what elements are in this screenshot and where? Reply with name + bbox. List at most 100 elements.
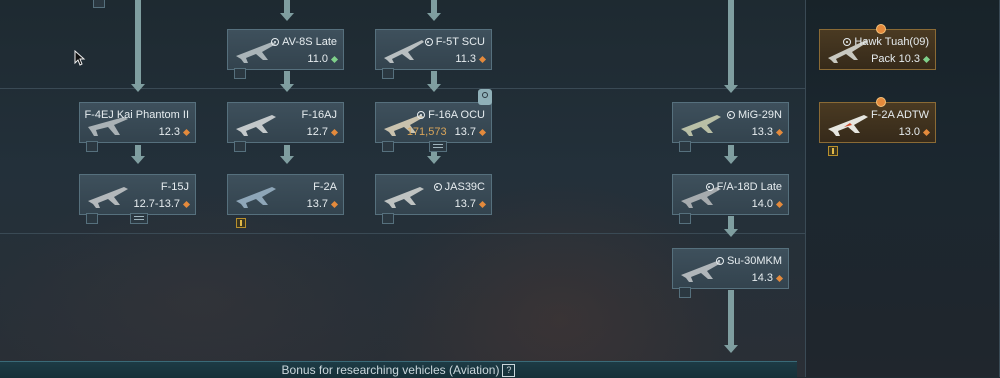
- vehicle-card-mig29n[interactable]: MiG-29N 13.3: [672, 102, 789, 152]
- battle-rating: 14.3: [751, 272, 773, 284]
- target-icon: [417, 111, 426, 119]
- target-icon: [843, 38, 852, 46]
- battle-rating: 12.3: [158, 126, 180, 138]
- vehicle-name: F-2A ADTW: [870, 109, 929, 121]
- vehicle-card-f4ej-kai[interactable]: F-4EJ Kai Phantom II 12.3: [79, 102, 196, 152]
- vehicle-card-jas39c[interactable]: JAS39C 13.7: [375, 174, 492, 224]
- tree-arrow: [724, 290, 738, 353]
- battle-rating: 13.7: [454, 198, 476, 210]
- rank-mark: [86, 213, 98, 224]
- vehicle-card-f16aj[interactable]: F-16AJ 12.7: [227, 102, 344, 152]
- battle-rating-row: 11.3: [455, 53, 487, 65]
- target-icon: [726, 111, 735, 119]
- rank-divider-line: [0, 88, 805, 89]
- pin-icon[interactable]: [478, 89, 492, 105]
- premium-badge-icon: [876, 97, 886, 107]
- vehicle-card-f2a-adtw[interactable]: F-2A ADTW 13.0: [819, 97, 936, 156]
- br-diamond-icon: [182, 128, 191, 136]
- premium-badge-icon: [876, 24, 886, 34]
- battle-rating-row: 12.7-13.7: [134, 198, 191, 210]
- battle-rating-row: 13.3: [752, 126, 784, 138]
- vehicle-card-fa18d-late[interactable]: F/A-18D Late 14.0: [672, 174, 789, 224]
- vehicle-name: JAS39C: [444, 181, 485, 193]
- rank-mark: [679, 141, 691, 152]
- aircraft-icon: [88, 187, 128, 208]
- battle-rating-row: 12.7: [306, 126, 339, 138]
- tree-arrow: [280, 145, 294, 164]
- br-diamond-icon: [478, 128, 487, 136]
- vehicle-card-hawk-tuah[interactable]: Hawk Tuah(09) Pack 10.3: [819, 24, 936, 70]
- battle-rating-row: 13.0: [899, 126, 931, 138]
- battle-rating-row: 12.3: [158, 126, 191, 138]
- br-diamond-icon: [330, 55, 339, 63]
- vehicle-name: F-4EJ Kai Phantom II: [84, 109, 189, 121]
- gift-icon: [828, 146, 838, 156]
- rank-mark: [86, 141, 98, 152]
- vehicle-card-f16a-ocu[interactable]: F-16A OCU 171,573 13.7: [375, 89, 492, 152]
- vehicle-name-row: F-15J: [161, 181, 189, 193]
- vehicle-name: F-16AJ: [301, 109, 337, 121]
- rank-mark: [93, 0, 105, 8]
- vehicle-name-row: F/A-18D Late: [705, 181, 782, 193]
- br-diamond-icon: [775, 274, 784, 282]
- research-bonus-bar[interactable]: Bonus for researching vehicles (Aviation…: [0, 361, 797, 378]
- vehicle-name: Hawk Tuah(09): [854, 36, 929, 48]
- vehicle-name: F-16A OCU: [428, 109, 485, 121]
- br-diamond-icon: [775, 128, 784, 136]
- rank-mark: [679, 287, 691, 298]
- tree-arrow: [427, 71, 441, 92]
- vehicle-card-su30mkm[interactable]: Su-30MKM 14.3: [672, 248, 789, 298]
- br-diamond-icon: [182, 200, 191, 208]
- rank-mark: [382, 141, 394, 152]
- target-icon: [715, 257, 724, 265]
- target-icon: [271, 38, 280, 46]
- vehicle-name-row: F-16A OCU: [417, 109, 485, 121]
- cursor-icon: [74, 50, 86, 66]
- list-icon[interactable]: [130, 213, 148, 224]
- target-icon: [433, 183, 442, 191]
- research-bonus-label: Bonus for researching vehicles (Aviation…: [281, 363, 500, 377]
- battle-rating: 11.0: [307, 53, 328, 65]
- battle-rating: 12.7: [306, 126, 328, 138]
- aircraft-icon: [384, 40, 424, 63]
- vehicle-name-row: F-5T SCU: [424, 36, 485, 48]
- vehicle-name: F/A-18D Late: [716, 181, 782, 193]
- list-icon[interactable]: [429, 141, 447, 152]
- vehicle-card-f2a[interactable]: F-2A 13.7: [227, 174, 344, 228]
- rank-divider-line: [0, 233, 805, 234]
- battle-rating: 14.0: [751, 198, 773, 210]
- target-icon: [705, 183, 714, 191]
- vehicle-card-av8s-late[interactable]: AV-8S Late 11.0: [227, 29, 344, 79]
- br-diamond-icon: [922, 55, 931, 63]
- vehicle-name-row: Hawk Tuah(09): [843, 36, 929, 48]
- vehicle-name-row: AV-8S Late: [271, 36, 337, 48]
- rank-mark: [382, 213, 394, 224]
- br-diamond-icon: [775, 200, 784, 208]
- vehicle-name-row: JAS39C: [433, 181, 485, 193]
- br-diamond-icon: [922, 128, 931, 136]
- br-diamond-icon: [478, 55, 487, 63]
- br-diamond-icon: [478, 200, 487, 208]
- rank-mark: [234, 68, 246, 79]
- battle-rating-row: 13.7: [454, 198, 487, 210]
- battle-rating: 13.7: [454, 126, 476, 138]
- aircraft-icon: [236, 187, 276, 208]
- help-icon[interactable]: ?: [502, 364, 516, 378]
- vehicle-name-row: F-16AJ: [302, 109, 337, 121]
- vehicle-name-row: F-4EJ Kai Phantom II: [84, 109, 189, 121]
- battle-rating-row: 14.3: [751, 272, 784, 284]
- vehicle-name: F-5T SCU: [435, 36, 485, 48]
- rank-mark: [234, 141, 246, 152]
- vehicle-name: Su-30MKM: [726, 255, 782, 267]
- vehicle-name-row: MiG-29N: [726, 109, 782, 121]
- tree-arrow: [131, 145, 145, 164]
- br-diamond-icon: [330, 200, 339, 208]
- vehicle-name-row: F-2A: [313, 181, 337, 193]
- vehicle-name: MiG-29N: [737, 109, 782, 121]
- aircraft-icon: [681, 115, 721, 136]
- vehicle-name: F-2A: [313, 181, 337, 193]
- tree-arrow: [724, 145, 738, 164]
- vehicle-card-f5t-scu[interactable]: F-5T SCU 11.3: [375, 29, 492, 79]
- vehicle-card-f15j[interactable]: F-15J 12.7-13.7: [79, 174, 196, 224]
- vehicle-name-row: F-2A ADTW: [871, 109, 929, 121]
